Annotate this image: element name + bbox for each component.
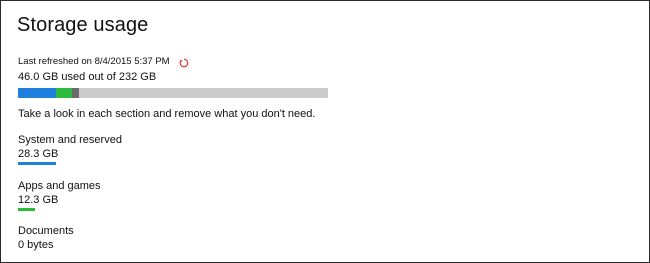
last-refreshed-row: Last refreshed on 8/4/2015 5:37 PM (18, 56, 189, 67)
category-system-and-reserved[interactable]: System and reserved 28.3 GB (18, 134, 122, 165)
category-size: 12.3 GB (18, 194, 59, 206)
cleanup-hint: Take a look in each section and remove w… (18, 108, 316, 120)
category-documents[interactable]: Documents 0 bytes (18, 225, 74, 252)
category-name: Documents (18, 225, 74, 237)
usage-segment-system-and-reserved (18, 88, 56, 98)
category-size: 0 bytes (18, 239, 54, 251)
category-size: 28.3 GB (18, 148, 59, 160)
usage-summary: 46.0 GB used out of 232 GB (18, 71, 157, 83)
storage-usage-window: Storage usage Last refreshed on 8/4/2015… (0, 0, 650, 263)
category-usage-bar (18, 162, 56, 165)
usage-segment-apps-and-games (56, 88, 72, 98)
refresh-icon-graphic (179, 58, 188, 67)
last-refreshed-label: Last refreshed on 8/4/2015 5:37 PM (18, 56, 170, 67)
category-name: Apps and games (18, 180, 101, 192)
category-name: System and reserved (18, 134, 122, 146)
category-apps-and-games[interactable]: Apps and games 12.3 GB (18, 180, 101, 211)
category-usage-bar (18, 208, 35, 211)
usage-segment-other (72, 88, 79, 98)
refresh-icon[interactable] (179, 58, 189, 68)
page-title: Storage usage (17, 14, 149, 36)
storage-usage-bar (18, 88, 328, 98)
